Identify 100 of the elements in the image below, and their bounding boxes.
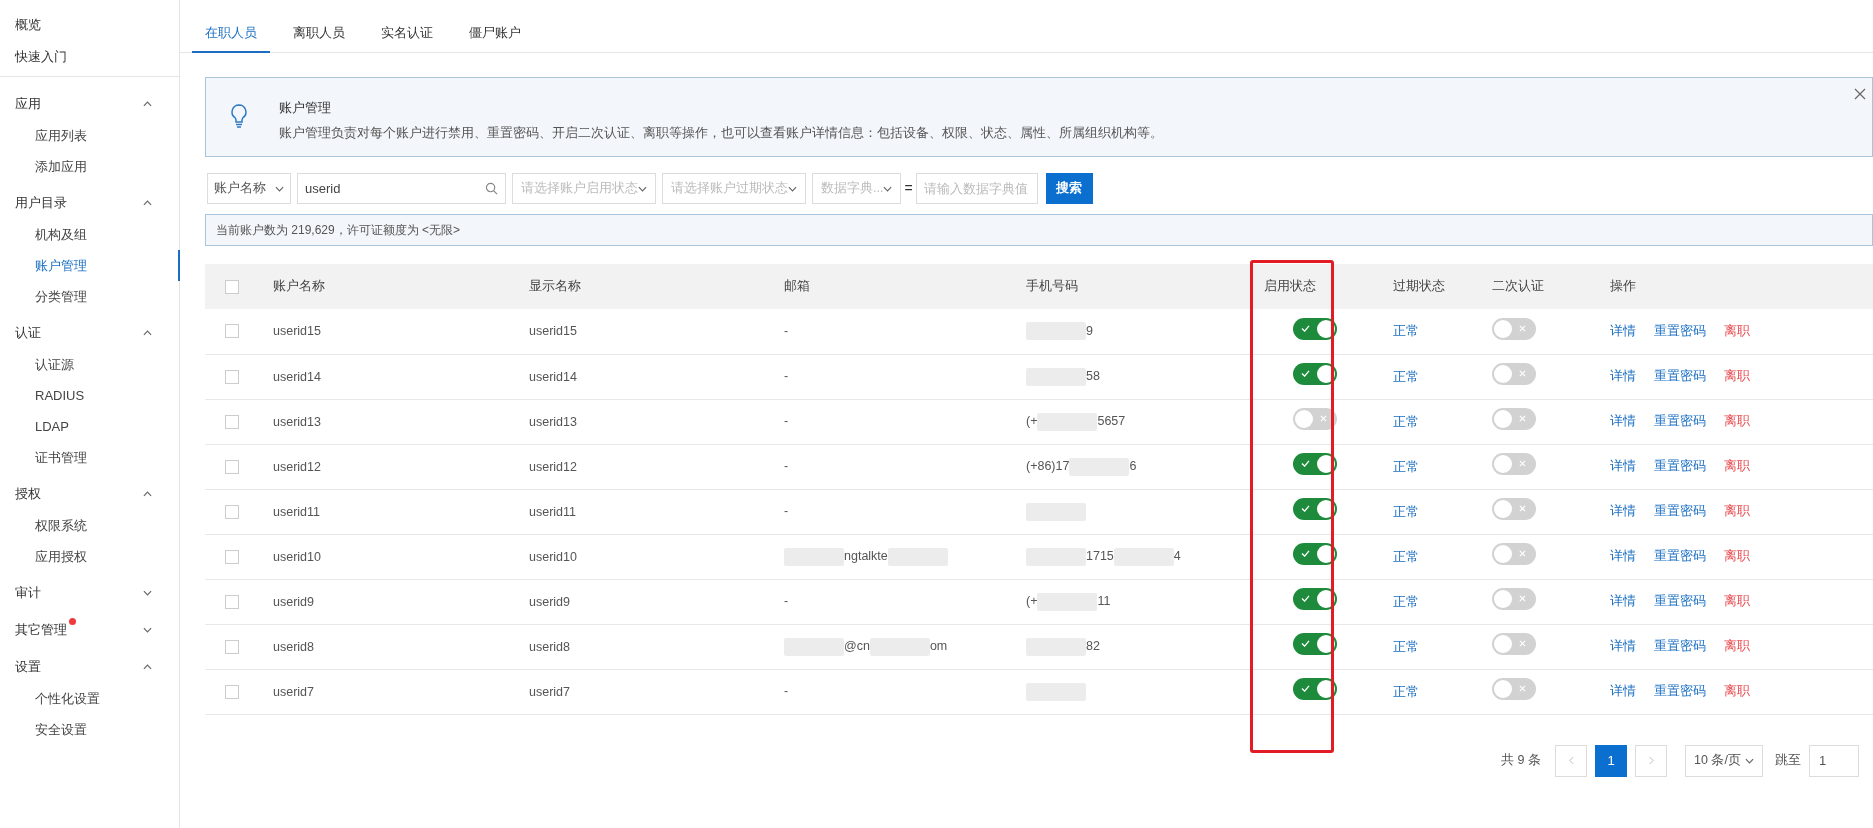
tab[interactable]: 离职人员 <box>280 15 358 53</box>
toggle-switch[interactable] <box>1492 587 1536 610</box>
toggle-switch[interactable] <box>1293 587 1337 610</box>
sidebar-item[interactable]: 个性化设置 <box>0 683 179 714</box>
checkbox[interactable] <box>225 369 239 384</box>
close-icon[interactable] <box>1854 88 1866 100</box>
sidebar-item[interactable]: 快速入门 <box>0 41 179 73</box>
action-link[interactable]: 详情 <box>1610 637 1636 656</box>
chevron-up-icon[interactable] <box>143 491 152 497</box>
chevron-up-icon[interactable] <box>143 101 152 107</box>
sidebar-item[interactable]: RADIUS <box>0 380 179 411</box>
toggle-switch[interactable] <box>1293 497 1337 520</box>
toggle-switch[interactable] <box>1293 677 1337 700</box>
sidebar-group-title[interactable]: 授权 <box>15 486 41 502</box>
checkbox[interactable] <box>225 279 239 294</box>
toggle-switch[interactable] <box>1492 362 1536 385</box>
sidebar-item[interactable]: 概览 <box>0 9 179 41</box>
checkbox[interactable] <box>225 504 239 519</box>
action-link[interactable]: 离职 <box>1724 502 1750 521</box>
action-link[interactable]: 详情 <box>1610 682 1636 701</box>
page-size-select[interactable]: 10 条/页 <box>1685 744 1763 777</box>
page-button[interactable]: 1 <box>1595 744 1627 777</box>
action-link[interactable]: 离职 <box>1724 412 1750 431</box>
sidebar-item[interactable]: 应用列表 <box>0 120 179 151</box>
sidebar-item[interactable]: 分类管理 <box>0 281 179 312</box>
caret-icon[interactable] <box>638 185 647 192</box>
checkbox[interactable] <box>225 549 239 564</box>
toggle-switch[interactable] <box>1492 317 1536 340</box>
chevron-up-icon[interactable] <box>143 664 152 670</box>
sidebar-item[interactable]: LDAP <box>0 411 179 442</box>
action-link[interactable]: 重置密码 <box>1654 682 1706 701</box>
action-link[interactable]: 离职 <box>1724 321 1750 341</box>
sidebar-item[interactable]: 机构及组 <box>0 219 179 250</box>
sidebar-group-title[interactable]: 设置 <box>15 659 41 675</box>
checkbox[interactable] <box>225 414 239 429</box>
toggle-switch[interactable] <box>1293 542 1337 565</box>
tab[interactable]: 在职人员 <box>192 15 270 53</box>
caret-icon[interactable] <box>883 185 893 192</box>
checkbox[interactable] <box>225 639 239 654</box>
chevron-down-icon[interactable] <box>143 590 152 596</box>
toggle-switch[interactable] <box>1293 362 1337 385</box>
toggle-switch[interactable] <box>1293 452 1337 475</box>
caret-icon[interactable] <box>1745 757 1754 764</box>
toggle-switch[interactable] <box>1492 632 1536 655</box>
tab[interactable]: 实名认证 <box>368 15 446 53</box>
checkbox[interactable] <box>225 594 239 609</box>
sidebar-group-title[interactable]: 审计 <box>15 585 41 601</box>
sidebar-item[interactable]: 证书管理 <box>0 442 179 473</box>
chevron-up-icon[interactable] <box>143 330 152 336</box>
action-link[interactable]: 详情 <box>1610 502 1636 521</box>
toggle-switch[interactable] <box>1492 497 1536 520</box>
checkbox[interactable] <box>225 684 239 699</box>
chevron-up-icon[interactable] <box>143 200 152 206</box>
field-select[interactable]: 账户名称 <box>207 173 291 204</box>
toggle-switch[interactable] <box>1293 632 1337 655</box>
toggle-switch[interactable] <box>1293 317 1337 340</box>
action-link[interactable]: 详情 <box>1610 592 1636 611</box>
action-link[interactable]: 详情 <box>1610 457 1636 476</box>
dictionary-value-field[interactable]: 请输入数据字典值 <box>915 173 1038 204</box>
toggle-switch[interactable] <box>1492 542 1536 565</box>
checkbox[interactable] <box>225 459 239 474</box>
action-link[interactable]: 离职 <box>1724 682 1750 701</box>
action-link[interactable]: 离职 <box>1724 367 1750 386</box>
sidebar-item[interactable]: 应用授权 <box>0 541 179 572</box>
action-link[interactable]: 详情 <box>1610 547 1636 566</box>
search-icon[interactable] <box>485 182 498 195</box>
sidebar-group-title[interactable]: 认证 <box>15 325 41 341</box>
action-link[interactable]: 详情 <box>1610 321 1636 341</box>
sidebar-group-title[interactable]: 用户目录 <box>15 195 67 211</box>
toggle-switch[interactable] <box>1492 407 1536 430</box>
checkbox[interactable] <box>225 324 239 339</box>
search-field[interactable]: userid <box>297 173 506 204</box>
chevron-down-icon[interactable] <box>143 627 152 633</box>
sidebar-item[interactable]: 认证源 <box>0 349 179 380</box>
search-button[interactable]: 搜索 <box>1045 173 1093 204</box>
sidebar-group-title[interactable]: 应用 <box>15 96 41 112</box>
action-link[interactable]: 离职 <box>1724 457 1750 476</box>
action-link[interactable]: 重置密码 <box>1654 367 1706 386</box>
action-link[interactable]: 详情 <box>1610 367 1636 386</box>
sidebar-group-title[interactable]: 其它管理 <box>15 622 67 638</box>
action-link[interactable]: 离职 <box>1724 547 1750 566</box>
action-link[interactable]: 重置密码 <box>1654 547 1706 566</box>
toggle-switch[interactable] <box>1492 452 1536 475</box>
toggle-switch[interactable] <box>1293 407 1337 430</box>
action-link[interactable]: 重置密码 <box>1654 457 1706 476</box>
caret-icon[interactable] <box>275 185 284 192</box>
action-link[interactable]: 离职 <box>1724 637 1750 656</box>
action-link[interactable]: 离职 <box>1724 592 1750 611</box>
sidebar-item[interactable]: 安全设置 <box>0 714 179 745</box>
toggle-switch[interactable] <box>1492 677 1536 700</box>
action-link[interactable]: 重置密码 <box>1654 637 1706 656</box>
sidebar-item[interactable]: 权限系统 <box>0 510 179 541</box>
action-link[interactable]: 重置密码 <box>1654 592 1706 611</box>
action-link[interactable]: 详情 <box>1610 412 1636 431</box>
caret-icon[interactable] <box>788 185 797 192</box>
page-jump-field[interactable]: 1 <box>1809 744 1859 777</box>
action-link[interactable]: 重置密码 <box>1654 412 1706 431</box>
action-link[interactable]: 重置密码 <box>1654 502 1706 521</box>
action-link[interactable]: 重置密码 <box>1654 321 1706 341</box>
tab[interactable]: 僵尸账户 <box>456 15 534 53</box>
